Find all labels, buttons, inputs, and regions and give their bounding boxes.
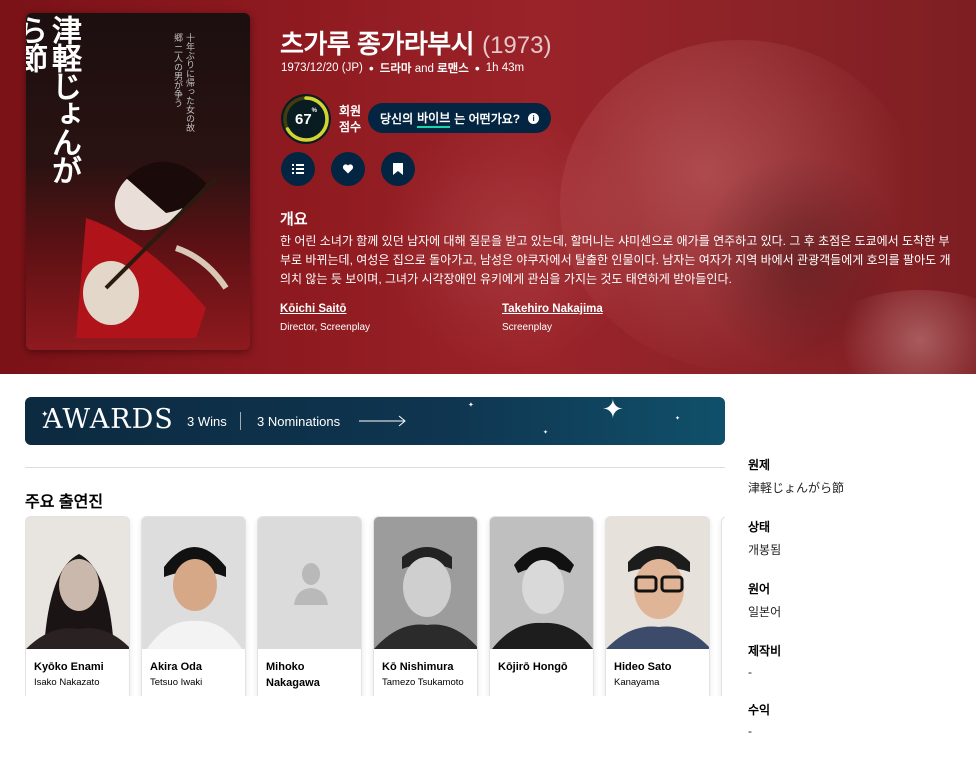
movie-poster[interactable]: 津軽じょんがら節 十年ぶりに帰った女の故郷 二人の男が争う xyxy=(26,13,250,350)
awards-title: AWARDS xyxy=(43,404,174,435)
crew-job: Screenplay xyxy=(502,322,553,333)
awards-nominations: 3 Nominations xyxy=(257,414,341,429)
cast-card[interactable]: Kō Nishimura Tamezo Tsukamoto xyxy=(373,516,478,696)
awards-wins: 3 Wins xyxy=(187,414,227,429)
fact-budget: 제작비 - xyxy=(748,644,782,679)
score-label: 회원 점수 xyxy=(339,104,362,134)
cast-card[interactable]: Kyōko Enami Isako Nakazato xyxy=(25,516,130,696)
score-chart[interactable]: 67% xyxy=(281,94,331,144)
overview-heading: 개요 xyxy=(280,211,308,228)
release-date: 1973/12/20 (JP) xyxy=(281,62,363,74)
crew-name-link[interactable]: Takehiro Nakajima xyxy=(502,303,603,315)
separator-dot: • xyxy=(474,60,480,76)
cast-photo[interactable] xyxy=(374,517,477,649)
score-value: 67% xyxy=(294,107,318,128)
favorite-button[interactable] xyxy=(331,152,365,186)
cast-card[interactable]: Hideo Sato Kanayama xyxy=(605,516,710,696)
poster-illustration xyxy=(76,161,229,338)
sparkle-icon: ✦ xyxy=(675,416,681,422)
cast-name[interactable]: Kyōko Enami xyxy=(26,649,129,675)
heart-icon xyxy=(342,164,354,174)
divider xyxy=(240,412,241,430)
cast-card[interactable]: Akira Oda Tetsuo Iwaki xyxy=(141,516,246,696)
genre-link-romance[interactable]: 로맨스 xyxy=(437,63,469,75)
separator-dot: • xyxy=(368,60,374,76)
release-year: (1973) xyxy=(482,32,552,59)
cast-character xyxy=(258,691,361,693)
sparkle-icon: ✦ xyxy=(602,397,624,424)
crew-member: Takehiro Nakajima Screenplay xyxy=(502,303,603,333)
cast-card[interactable]: Kōjirō Hongō xyxy=(489,516,594,696)
cast-name[interactable]: Kō Nishimura xyxy=(374,649,477,675)
movie-title[interactable]: 츠가루 종가라부시 xyxy=(280,24,475,61)
add-to-list-button[interactable] xyxy=(281,152,315,186)
list-icon xyxy=(292,164,304,174)
awards-banner[interactable]: ✦ AWARDS 3 Wins 3 Nominations ✦ ✦ ✦ ✦ xyxy=(25,397,725,445)
cast-photo-placeholder[interactable] xyxy=(258,517,361,649)
cast-name[interactable]: Hideo Sato xyxy=(606,649,709,675)
cast-photo[interactable] xyxy=(490,517,593,649)
action-buttons xyxy=(281,152,415,186)
genre-link-drama[interactable]: 드라마 xyxy=(380,63,412,75)
cast-photo[interactable] xyxy=(26,517,129,649)
movie-facts: 1973/12/20 (JP) • 드라마 and 로맨스 • 1h 43m xyxy=(281,60,524,76)
fact-original-title: 원제 津軽じょんがら節 xyxy=(748,458,845,495)
cast-character: Tetsuo Iwaki xyxy=(150,677,203,688)
watchlist-button[interactable] xyxy=(381,152,415,186)
cast-character: Isako Nakazato xyxy=(34,677,100,688)
cast-name[interactable]: Mihoko Nakagawa xyxy=(258,649,361,691)
fact-original-language: 원어 일본어 xyxy=(748,582,782,619)
genres: 드라마 and 로맨스 xyxy=(380,60,469,76)
facts-sidebar: 원제 津軽じょんがら節 상태 개봉됨 원어 일본어 제작비 - 수익 - xyxy=(748,456,968,760)
cast-scroller[interactable]: Kyōko Enami Isako Nakazato Akira Oda Tet… xyxy=(25,516,725,696)
fact-status: 상태 개봉됨 xyxy=(748,520,782,557)
cast-name[interactable]: Kōjirō Hongō xyxy=(490,649,593,675)
poster-text: 十年ぶりに帰った女の故郷 二人の男が争う xyxy=(173,33,195,132)
crew-job: Director, Screenplay xyxy=(280,322,371,333)
section-divider xyxy=(25,467,725,468)
vibe-button[interactable]: 당신의 바이브 는 어떤가요? i xyxy=(368,103,552,133)
cast-name[interactable]: Akira Oda xyxy=(142,649,245,675)
hero-header: 津軽じょんがら節 十年ぶりに帰った女の故郷 二人の男が争う 츠가루 종가라부시 … xyxy=(0,0,976,374)
cast-card-partial[interactable] xyxy=(721,516,725,696)
person-placeholder-icon xyxy=(293,563,328,605)
fact-revenue: 수익 - xyxy=(748,703,771,738)
arrow-right-icon xyxy=(359,415,406,427)
sparkle-icon: ✦ xyxy=(468,402,474,409)
runtime: 1h 43m xyxy=(485,62,525,74)
cast-photo[interactable] xyxy=(606,517,709,649)
cast-heading: 주요 출연진 xyxy=(25,494,104,511)
cast-character: Tamezo Tsukamoto xyxy=(382,677,464,688)
cast-character xyxy=(490,675,593,677)
overview-text: 한 어린 소녀가 함께 있던 남자에 대해 질문을 받고 있는데, 할머니는 샤… xyxy=(280,234,951,286)
genre-and: and xyxy=(411,63,438,75)
crew-name-link[interactable]: Kōichi Saitō xyxy=(280,303,370,315)
user-score[interactable]: 67% 회원 점수 xyxy=(281,94,365,144)
cast-photo[interactable] xyxy=(142,517,245,649)
bookmark-icon xyxy=(393,163,403,175)
cast-character: Kanayama xyxy=(614,677,660,688)
title-row: 츠가루 종가라부시 (1973) xyxy=(280,24,551,61)
crew-member: Kōichi Saitō Director, Screenplay xyxy=(280,303,370,333)
cast-card[interactable]: Mihoko Nakagawa xyxy=(257,516,362,696)
sparkle-icon: ✦ xyxy=(543,430,549,436)
info-icon: i xyxy=(528,112,540,124)
